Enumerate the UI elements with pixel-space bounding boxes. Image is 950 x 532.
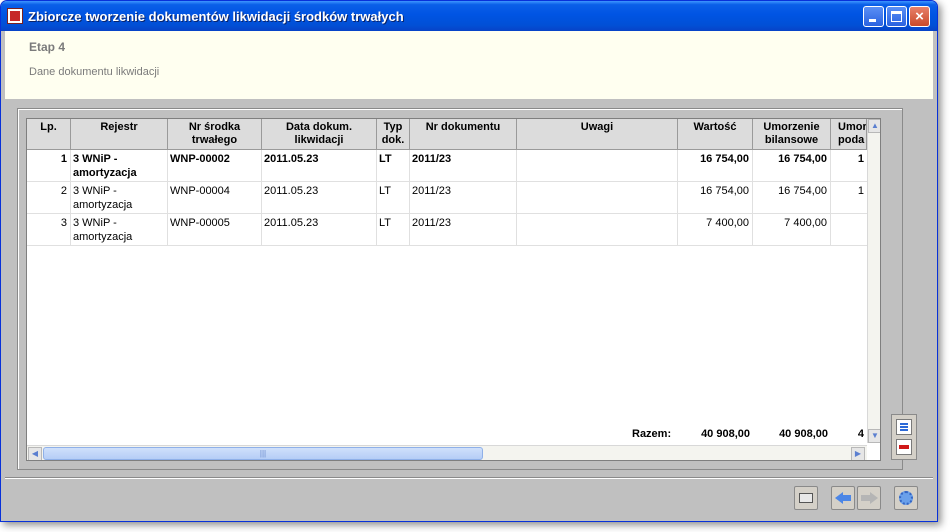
column-header-uwagi[interactable]: Uwagi <box>517 119 678 150</box>
minimize-icon <box>869 19 876 22</box>
back-button[interactable] <box>831 486 855 510</box>
footer-separator <box>5 477 933 479</box>
column-header-lp[interactable]: Lp. <box>27 119 71 150</box>
cell-nr-srodka: WNP-00002 <box>168 150 262 181</box>
cell-rejestr: 3 WNiP - amortyzacja <box>71 182 168 213</box>
cell-uwagi[interactable] <box>517 214 678 245</box>
column-header-nr-dokumentu[interactable]: Nr dokumentu <box>410 119 517 150</box>
next-button[interactable] <box>857 486 881 510</box>
print-button[interactable] <box>794 486 818 510</box>
scroll-right-button[interactable]: ▶ <box>851 447 865 460</box>
cell-data: 2011.05.23 <box>262 214 377 245</box>
cell-nr-dokumentu: 2011/23 <box>410 182 517 213</box>
table-row[interactable]: 3 3 WNiP - amortyzacja WNP-00005 2011.05.… <box>27 214 867 246</box>
column-header-rejestr[interactable]: Rejestr <box>71 119 168 150</box>
cell-lp: 3 <box>27 214 71 245</box>
settings-button[interactable] <box>894 486 918 510</box>
cell-nr-srodka: WNP-00005 <box>168 214 262 245</box>
column-header-wartosc[interactable]: Wartość <box>678 119 753 150</box>
column-header-typ[interactable]: Typ dok. <box>377 119 410 150</box>
cell-typ: LT <box>377 150 410 181</box>
gear-icon <box>899 491 913 505</box>
cell-umorzenie-podatkowe <box>831 214 867 245</box>
cell-wartosc: 7 400,00 <box>678 214 753 245</box>
maximize-icon <box>891 11 902 22</box>
cell-nr-dokumentu: 2011/23 <box>410 150 517 181</box>
main-window: Zbiorcze tworzenie dokumentów likwidacji… <box>0 0 938 522</box>
row-action-toolbar <box>891 414 917 460</box>
horizontal-scroll-thumb[interactable]: ||| <box>43 447 483 460</box>
vertical-scrollbar[interactable]: ▲ ▼ <box>867 119 880 443</box>
cell-data: 2011.05.23 <box>262 182 377 213</box>
cell-rejestr: 3 WNiP - amortyzacja <box>71 214 168 245</box>
horizontal-scrollbar[interactable]: ◀ ||| ▶ <box>27 445 867 460</box>
cell-umorzenie-bilansowe: 16 754,00 <box>753 182 831 213</box>
minimize-button[interactable] <box>863 6 884 27</box>
cell-umorzenie-bilansowe: 16 754,00 <box>753 150 831 181</box>
table-row[interactable]: 1 3 WNiP - amortyzacja WNP-00002 2011.05.… <box>27 150 867 182</box>
cell-rejestr: 3 WNiP - amortyzacja <box>71 150 168 181</box>
cell-uwagi[interactable] <box>517 182 678 213</box>
scroll-down-button[interactable]: ▼ <box>868 429 880 443</box>
totals-label: Razem: <box>632 428 672 440</box>
cell-typ: LT <box>377 182 410 213</box>
scroll-left-button[interactable]: ◀ <box>28 447 42 460</box>
total-umorzenie-bilansowe: 40 908,00 <box>779 428 828 440</box>
arrow-right-icon <box>870 492 878 504</box>
total-wartosc: 40 908,00 <box>701 428 750 440</box>
cell-wartosc: 16 754,00 <box>678 150 753 181</box>
column-header-nr-srodka[interactable]: Nr środka trwałego <box>168 119 262 150</box>
column-header-umorzenie-bilansowe[interactable]: Umorzenie bilansowe <box>753 119 831 150</box>
cell-lp: 1 <box>27 150 71 181</box>
data-grid[interactable]: Lp. Rejestr Nr środka trwałego Data dokum… <box>26 118 881 461</box>
table-row[interactable]: 2 3 WNiP - amortyzacja WNP-00004 2011.05.… <box>27 182 867 214</box>
cell-umorzenie-podatkowe: 1 <box>857 153 864 165</box>
delete-row-icon[interactable] <box>896 439 912 455</box>
wizard-header: Etap 4 Dane dokumentu likwidacji <box>5 31 933 99</box>
total-umorzenie-podatkowe: 4 <box>857 428 864 440</box>
cell-data: 2011.05.23 <box>262 150 377 181</box>
document-edit-icon[interactable] <box>896 419 912 435</box>
app-icon[interactable] <box>7 8 23 24</box>
cell-umorzenie-bilansowe: 7 400,00 <box>753 214 831 245</box>
cell-nr-dokumentu: 2011/23 <box>410 214 517 245</box>
close-icon: × <box>915 8 924 25</box>
window-title: Zbiorcze tworzenie dokumentów likwidacji… <box>28 9 404 24</box>
column-header-data[interactable]: Data dokum. likwidacji <box>262 119 377 150</box>
title-bar[interactable]: Zbiorcze tworzenie dokumentów likwidacji… <box>1 1 937 31</box>
cell-typ: LT <box>377 214 410 245</box>
cell-wartosc: 16 754,00 <box>678 182 753 213</box>
step-title: Etap 4 <box>29 40 66 54</box>
close-button[interactable]: × <box>909 6 930 27</box>
maximize-button[interactable] <box>886 6 907 27</box>
cell-lp: 2 <box>27 182 71 213</box>
column-header-umorzenie-podatkowe[interactable]: Umor poda <box>831 119 867 150</box>
step-description: Dane dokumentu likwidacji <box>29 66 160 78</box>
scroll-up-button[interactable]: ▲ <box>868 119 880 133</box>
cell-uwagi[interactable] <box>517 150 678 181</box>
cell-umorzenie-podatkowe: 1 <box>857 185 864 197</box>
cell-nr-srodka: WNP-00004 <box>168 182 262 213</box>
